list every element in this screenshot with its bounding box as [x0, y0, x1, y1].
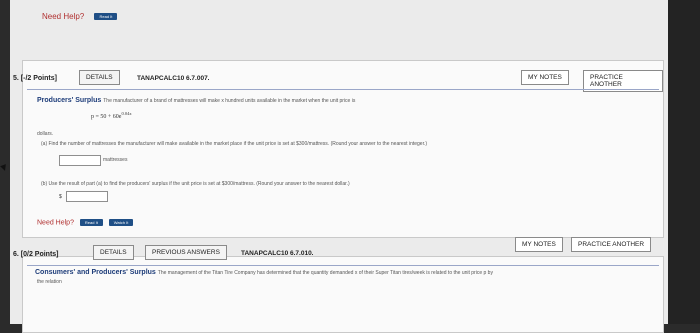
part-b-answer-input[interactable] — [66, 191, 108, 202]
part-b-prompt: (b) Use the result of part (a) to find t… — [41, 181, 350, 187]
topic-text: The management of the Titan Tire Company… — [157, 270, 493, 276]
question-code: TANAPCALC10 6.7.010. — [241, 250, 314, 257]
need-help-top: Need Help? Read It — [42, 12, 118, 21]
header-divider — [27, 89, 659, 90]
practice-another-button[interactable]: PRACTICE ANOTHER — [571, 237, 652, 252]
read-it-button[interactable]: Read It — [79, 219, 103, 226]
topic-title: Consumers' and Producers' Surplus — [35, 269, 156, 276]
need-help-label: Need Help? — [37, 219, 74, 227]
header-divider — [27, 265, 659, 266]
question-6-card: 6. [0/2 Points] DETAILS PREVIOUS ANSWERS… — [13, 237, 664, 333]
need-help-question: Need Help? Read It Watch It — [37, 219, 134, 227]
part-b-dollar: $ — [59, 194, 62, 200]
details-button[interactable]: DETAILS — [93, 245, 134, 260]
mouse-cursor-icon — [0, 164, 8, 172]
screen-edge — [668, 0, 700, 324]
question-5-number: 5. [-/2 Points] — [13, 75, 57, 82]
question-code: TANAPCALC10 6.7.007. — [137, 75, 210, 82]
part-a-prompt: (a) Find the number of mattresses the ma… — [41, 141, 428, 147]
equation-text: p = 50 + 60e — [91, 114, 122, 120]
topic-title: Producers' Surplus — [37, 97, 102, 104]
part-a-unit: mattresses — [103, 157, 128, 163]
price-equation: p = 50 + 60e0.04x — [91, 111, 132, 120]
details-button[interactable]: DETAILS — [79, 70, 120, 85]
question-5-card: 5. [-/2 Points] DETAILS TANAPCALC10 6.7.… — [13, 60, 664, 238]
topic-text: The manufacturer of a brand of mattresse… — [103, 98, 356, 104]
my-notes-button[interactable]: MY NOTES — [521, 70, 569, 85]
equation-exponent: 0.04x — [121, 111, 132, 116]
topic-text-continued: the relation — [37, 279, 62, 285]
question-6-number: 6. [0/2 Points] — [13, 251, 59, 258]
part-a-answer-input[interactable] — [59, 155, 101, 166]
previous-answers-button[interactable]: PREVIOUS ANSWERS — [145, 245, 227, 260]
topic-line: Consumers' and Producers' Surplus The ma… — [35, 269, 493, 276]
need-help-label: Need Help? — [42, 12, 85, 21]
topic-line: Producers' Surplus The manufacturer of a… — [37, 97, 355, 104]
dollars-label: dollars. — [37, 131, 54, 137]
read-it-button[interactable]: Read It — [94, 13, 118, 21]
watch-it-button[interactable]: Watch It — [108, 219, 134, 226]
my-notes-button[interactable]: MY NOTES — [515, 237, 563, 252]
page: Need Help? Read It 5. [-/2 Points] DETAI… — [10, 0, 668, 333]
